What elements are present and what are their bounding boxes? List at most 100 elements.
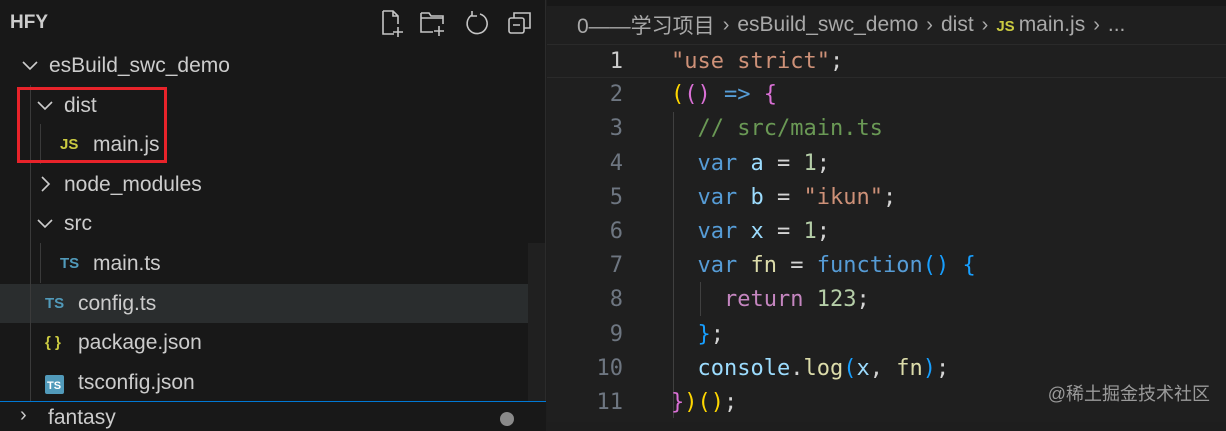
tree-item-fantasy[interactable]: › fantasy xyxy=(0,401,546,431)
breadcrumb-more[interactable]: ... xyxy=(1108,13,1126,37)
refresh-icon[interactable] xyxy=(462,8,492,38)
sidebar-scrollbar[interactable] xyxy=(528,243,545,403)
code-editor[interactable]: 0——学习项目 › esBuild_swc_demo › dist › JS main.… xyxy=(547,0,1226,422)
line-number: 4 xyxy=(609,150,623,176)
code-text: })(); xyxy=(671,386,737,420)
code-token: . xyxy=(790,355,804,381)
workspace-title: HFY xyxy=(10,12,48,33)
collapse-all-icon[interactable] xyxy=(505,8,535,38)
code-line: 7 var fn = function() { xyxy=(547,249,1226,283)
tree-item-esbuild-swc-demo[interactable]: esBuild_swc_demo xyxy=(0,46,530,85)
highlight-annotation-box xyxy=(17,87,167,163)
code-token: ) xyxy=(710,390,724,415)
tab-strip xyxy=(547,0,1226,6)
new-file-icon[interactable] xyxy=(378,8,408,38)
code-token: 123 xyxy=(816,287,857,313)
code-token: = xyxy=(763,184,804,210)
code-token: function xyxy=(816,253,923,279)
js-file-icon: JS xyxy=(996,18,1015,35)
tree-item-label: main.ts xyxy=(93,252,161,275)
code-token: b xyxy=(750,184,764,210)
code-token: // src/main.ts xyxy=(697,116,883,142)
explorer-header: HFY xyxy=(0,0,546,46)
breadcrumb-file[interactable]: JS main.js xyxy=(996,13,1085,37)
watermark: @稀土掘金技术社区 xyxy=(1047,384,1210,404)
tree-item-tsconfig-json[interactable]: TS tsconfig.json xyxy=(0,363,530,402)
code-token: fn xyxy=(750,253,778,279)
code-token: var xyxy=(697,253,738,279)
code-text: var fn = function() { xyxy=(671,249,976,283)
code-token: var xyxy=(697,219,738,244)
line-number: 3 xyxy=(609,116,623,142)
code-line: 5 var b = "ikun"; xyxy=(547,181,1226,215)
code-token: ( xyxy=(843,355,857,381)
code-token: ( xyxy=(684,82,698,108)
code-token: ; xyxy=(816,219,830,244)
code-token: ; xyxy=(829,49,844,74)
line-number: 2 xyxy=(609,82,623,108)
code-text: }; xyxy=(671,318,725,352)
chevron-right-icon xyxy=(35,165,55,204)
code-token: ( xyxy=(922,253,936,279)
tree-indent-guide xyxy=(40,243,41,283)
chevron-right-icon: › xyxy=(981,13,989,36)
code-text: var a = 1; xyxy=(671,147,831,181)
code-token: fn xyxy=(896,355,923,381)
code-line: 4 var a = 1; xyxy=(547,147,1226,181)
code-token: = xyxy=(763,219,804,244)
code-token: ) xyxy=(922,355,936,381)
code-token: x xyxy=(856,355,870,381)
code-token: 1 xyxy=(803,150,817,176)
code-token: ( xyxy=(697,390,711,415)
code-text: // src/main.ts xyxy=(671,112,883,146)
breadcrumb-item[interactable]: dist xyxy=(941,13,974,37)
code-line: 6 var x = 1; xyxy=(547,215,1226,249)
tree-item-node-modules[interactable]: node_modules xyxy=(0,165,530,204)
tree-item-main-ts[interactable]: TS main.ts xyxy=(0,244,530,283)
breadcrumb-item[interactable]: esBuild_swc_demo xyxy=(737,13,918,37)
line-number: 7 xyxy=(609,253,623,279)
code-token: } xyxy=(671,390,685,415)
chevron-right-icon: › xyxy=(926,13,933,36)
code-line: 9 }; xyxy=(547,318,1226,352)
code-line: 1 "use strict"; xyxy=(547,44,1226,78)
tree-item-src[interactable]: src xyxy=(0,204,530,243)
code-token: ) xyxy=(935,253,950,279)
code-token: ; xyxy=(816,150,830,176)
line-number: 5 xyxy=(609,184,623,210)
code-token: ; xyxy=(882,184,897,210)
code-token: } xyxy=(697,321,711,347)
ts-file-icon: TS xyxy=(45,294,65,312)
tree-item-label: fantasy xyxy=(48,406,116,429)
code-token: { xyxy=(763,82,777,108)
breadcrumb-item[interactable]: 0——学习项目 xyxy=(577,10,715,40)
code-text: console.log(x, fn); xyxy=(671,352,950,386)
code-token: ) xyxy=(697,82,711,108)
code-token: return xyxy=(723,287,804,313)
code-token: , xyxy=(869,355,897,381)
code-token: "use strict" xyxy=(671,49,830,74)
chevron-right-icon: › xyxy=(1093,13,1100,36)
code-token: var xyxy=(697,184,738,210)
code-line: 8 return 123; xyxy=(547,283,1226,317)
chevron-down-icon xyxy=(35,204,55,243)
tree-item-package-json[interactable]: { } package.json xyxy=(0,323,530,362)
new-folder-icon[interactable] xyxy=(418,8,448,38)
tree-item-config-ts[interactable]: TS config.ts xyxy=(0,283,530,323)
chevron-right-icon: › xyxy=(722,13,730,36)
breadcrumb: 0——学习项目 › esBuild_swc_demo › dist › JS main.… xyxy=(577,10,1125,40)
code-token: a xyxy=(750,150,764,176)
code-token: { xyxy=(962,253,976,279)
code-token: ) xyxy=(684,390,698,415)
code-line: 3 // src/main.ts xyxy=(547,112,1226,146)
